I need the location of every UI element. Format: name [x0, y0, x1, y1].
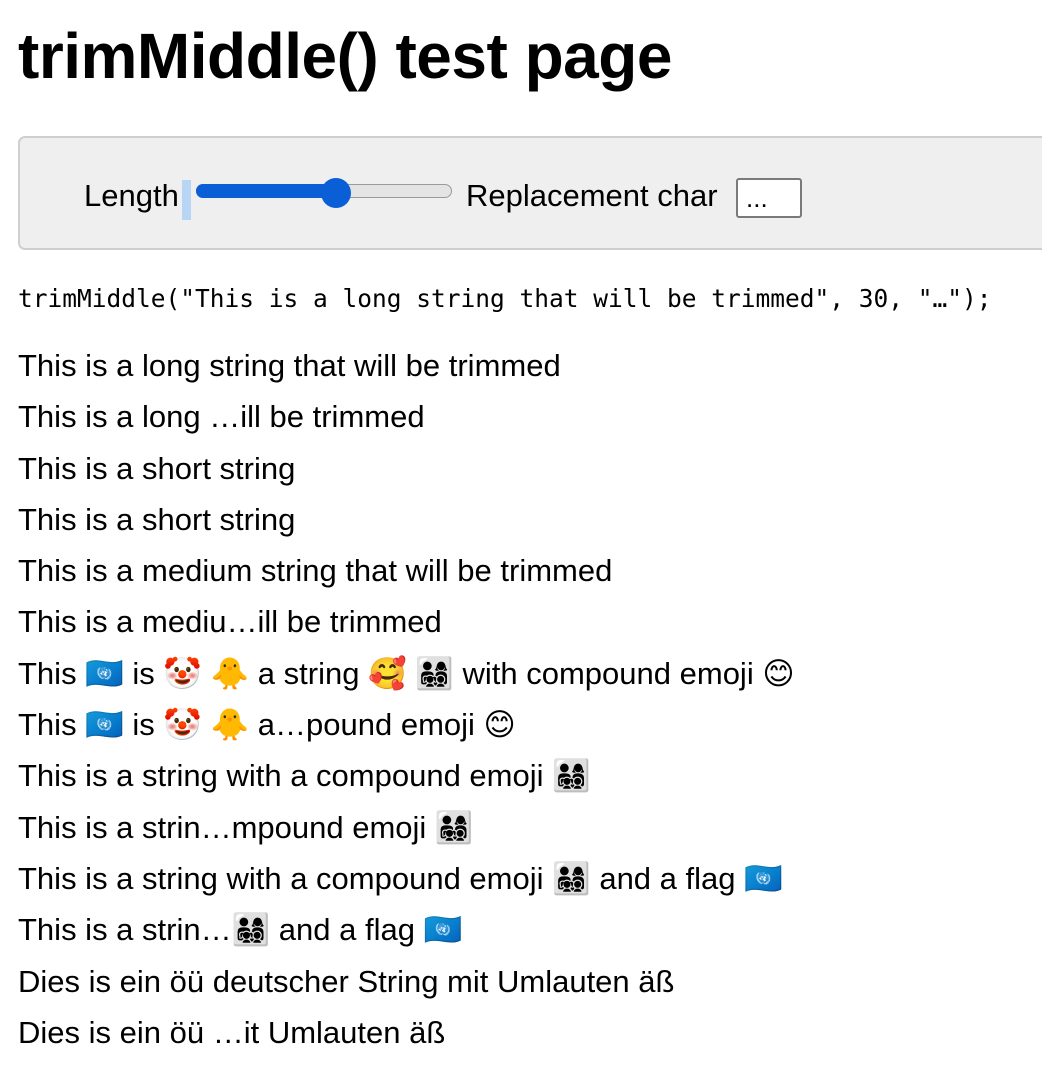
result-line: This is a short string	[18, 501, 296, 537]
replacement-char-input[interactable]	[736, 178, 802, 218]
page: trimMiddle() test page Length Replacemen…	[0, 0, 1042, 1092]
result-line: Dies is ein öü deutscher String mit Umla…	[18, 963, 675, 999]
result-line: This 🇺🇳 is 🤡 🐥 a string 🥰 👨‍👩‍👧‍👦 with c…	[18, 655, 795, 691]
result-line: Dies is ein öü …it Umlauten äß	[18, 1014, 446, 1050]
result-line: This is a strin…👨‍👩‍👧‍👦 and a flag 🇺🇳	[18, 912, 463, 948]
code-example: trimMiddle("This is a long string that w…	[18, 284, 992, 313]
result-line: This 🇺🇳 is 🤡 🐥 a…pound emoji 😊	[18, 707, 516, 743]
slider-focus-indicator	[182, 180, 191, 220]
page-title: trimMiddle() test page	[18, 20, 672, 92]
result-line: This is a long …ill be trimmed	[18, 399, 425, 435]
result-line: This is a string with a compound emoji 👨…	[18, 860, 783, 896]
length-slider[interactable]	[196, 178, 454, 208]
result-line: This is a strin…mpound emoji 👨‍👩‍👧‍👦	[18, 809, 474, 845]
result-line: This is a long string that will be trimm…	[18, 348, 561, 383]
result-line: This is a medium string that will be tri…	[18, 553, 613, 589]
result-line: This is a string with a compound emoji 👨…	[18, 758, 591, 794]
result-list: This is a long string that will be trimm…	[18, 346, 795, 1064]
replacement-char-label: Replacement char	[466, 178, 718, 213]
result-line: This is a mediu…ill be trimmed	[18, 604, 442, 640]
controls-panel: Length Replacement char	[18, 136, 1042, 250]
result-line: This is a short string	[18, 450, 296, 486]
slider-thumb[interactable]	[321, 178, 351, 208]
length-label: Length	[84, 178, 179, 213]
slider-fill	[196, 184, 336, 198]
